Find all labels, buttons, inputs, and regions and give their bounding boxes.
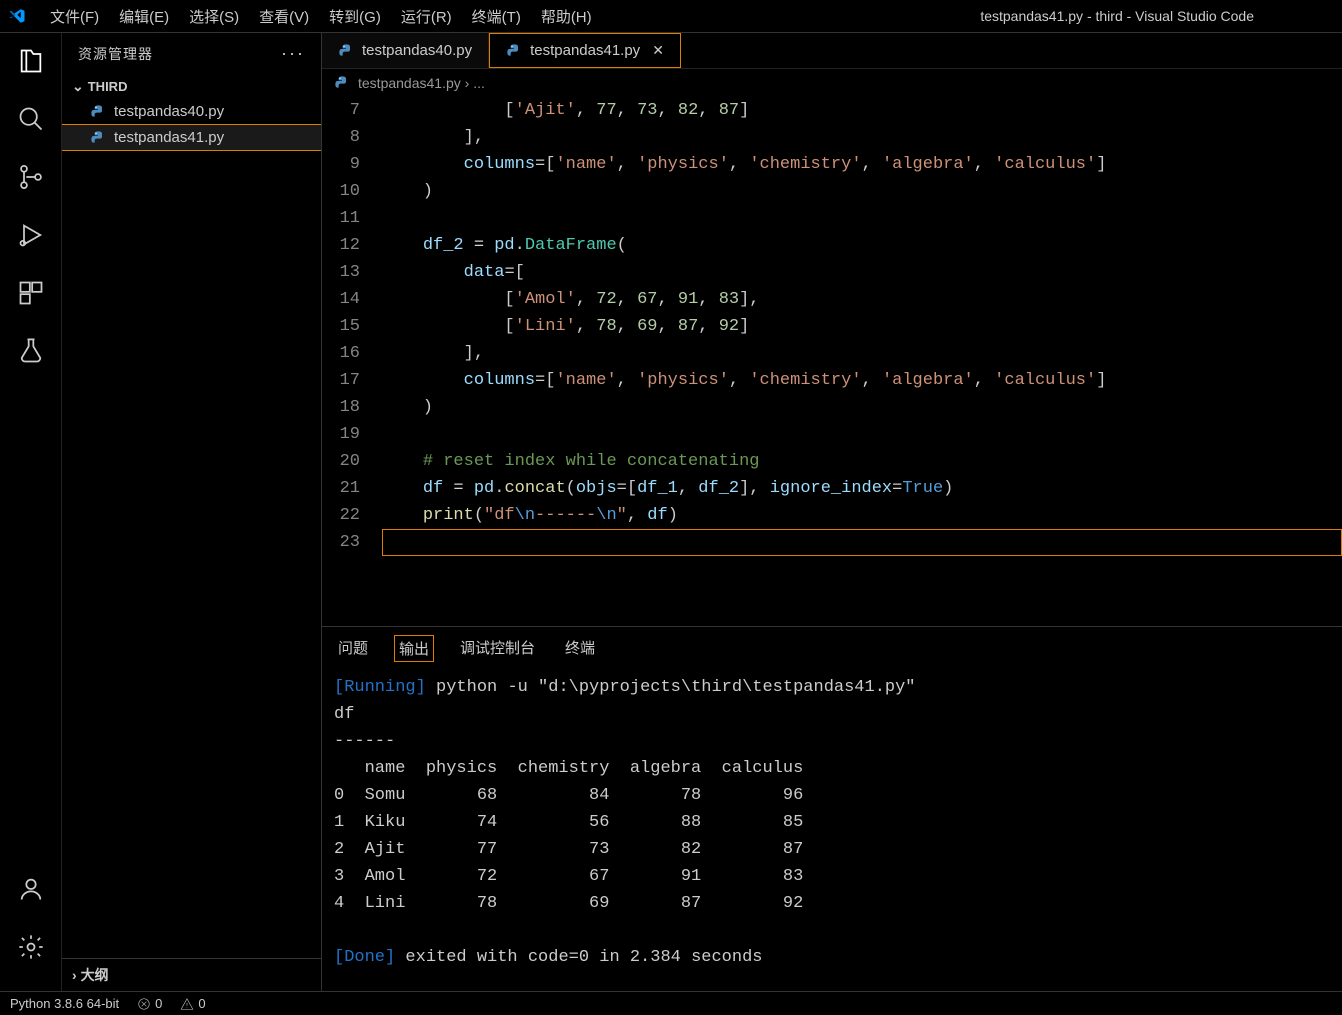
panel-tab[interactable]: 调试控制台 (456, 635, 539, 662)
bottom-panel: 问题输出调试控制台终端 [Running] python -u "d:\pypr… (322, 626, 1342, 991)
error-circle-icon (137, 997, 151, 1011)
editor-tab[interactable]: testpandas41.py ✕ (489, 33, 681, 68)
activity-bar (0, 33, 62, 991)
file-label: testpandas40.py (114, 103, 224, 120)
sidebar-header: 资源管理器 ··· (62, 33, 321, 74)
source-control-icon[interactable] (17, 163, 45, 191)
file-label: testpandas41.py (114, 129, 224, 146)
panel-output[interactable]: [Running] python -u "d:\pyprojects\third… (322, 668, 1342, 991)
testing-icon[interactable] (17, 337, 45, 365)
menu-item[interactable]: 转到(G) (319, 5, 391, 30)
menu-item[interactable]: 文件(F) (40, 5, 109, 30)
python-file-icon (338, 43, 354, 59)
sidebar-more-icon[interactable]: ··· (281, 43, 305, 64)
tab-label: testpandas41.py (530, 42, 640, 59)
panel-tab[interactable]: 终端 (561, 635, 599, 662)
outline-label: 大纲 (81, 967, 109, 983)
sidebar-title: 资源管理器 (78, 44, 153, 64)
folder-name: THIRD (88, 79, 128, 94)
status-errors[interactable]: 0 (137, 996, 162, 1011)
code-editor[interactable]: 7891011121314151617181920212223 ['Ajit',… (322, 97, 1342, 626)
menu-item[interactable]: 运行(R) (391, 5, 462, 30)
editor-tabs: testpandas40.py testpandas41.py ✕ (322, 33, 1342, 69)
close-icon[interactable]: ✕ (652, 42, 664, 59)
window-title: testpandas41.py - third - Visual Studio … (602, 8, 1334, 24)
status-warnings-count: 0 (198, 996, 205, 1011)
file-item[interactable]: testpandas40.py (62, 99, 321, 124)
python-file-icon (334, 75, 350, 91)
status-errors-count: 0 (155, 996, 162, 1011)
editor-tab[interactable]: testpandas40.py (322, 33, 489, 68)
breadcrumb[interactable]: testpandas41.py › ... (322, 69, 1342, 97)
panel-tabs: 问题输出调试控制台终端 (322, 627, 1342, 668)
code-content[interactable]: ['Ajit', 77, 73, 82, 87] ], columns=['na… (382, 97, 1342, 626)
python-file-icon (90, 104, 106, 120)
sidebar: 资源管理器 ··· THIRD testpandas40.py testpanda… (62, 33, 322, 991)
extensions-icon[interactable] (17, 279, 45, 307)
status-bar: Python 3.8.6 64-bit 0 0 (0, 991, 1342, 1015)
explorer-icon[interactable] (17, 47, 45, 75)
python-file-icon (90, 130, 106, 146)
vscode-logo-icon (8, 7, 26, 25)
search-icon[interactable] (17, 105, 45, 133)
python-file-icon (506, 43, 522, 59)
menu-item[interactable]: 帮助(H) (531, 5, 602, 30)
title-bar: 文件(F)编辑(E)选择(S)查看(V)转到(G)运行(R)终端(T)帮助(H)… (0, 0, 1342, 32)
tab-label: testpandas40.py (362, 42, 472, 59)
line-gutter: 7891011121314151617181920212223 (322, 97, 382, 626)
run-debug-icon[interactable] (17, 221, 45, 249)
outline-section[interactable]: 大纲 (62, 958, 321, 991)
panel-tab[interactable]: 输出 (394, 635, 434, 662)
breadcrumb-file: testpandas41.py (358, 75, 461, 91)
folder-root[interactable]: THIRD (62, 74, 321, 99)
menu-item[interactable]: 终端(T) (462, 5, 531, 30)
account-icon[interactable] (17, 875, 45, 903)
status-python[interactable]: Python 3.8.6 64-bit (10, 996, 119, 1011)
breadcrumb-trail: ... (473, 75, 485, 91)
menu-item[interactable]: 选择(S) (179, 5, 249, 30)
editor-region: testpandas40.py testpandas41.py ✕ testpand… (322, 33, 1342, 991)
settings-gear-icon[interactable] (17, 933, 45, 961)
status-warnings[interactable]: 0 (180, 996, 205, 1011)
breadcrumb-sep: › (461, 75, 473, 91)
menu-item[interactable]: 查看(V) (249, 5, 319, 30)
panel-tab[interactable]: 问题 (334, 635, 372, 662)
main-area: 资源管理器 ··· THIRD testpandas40.pytestpanda… (0, 32, 1342, 991)
file-item[interactable]: testpandas41.py (62, 124, 321, 151)
menu-item[interactable]: 编辑(E) (109, 5, 179, 30)
warning-triangle-icon (180, 997, 194, 1011)
